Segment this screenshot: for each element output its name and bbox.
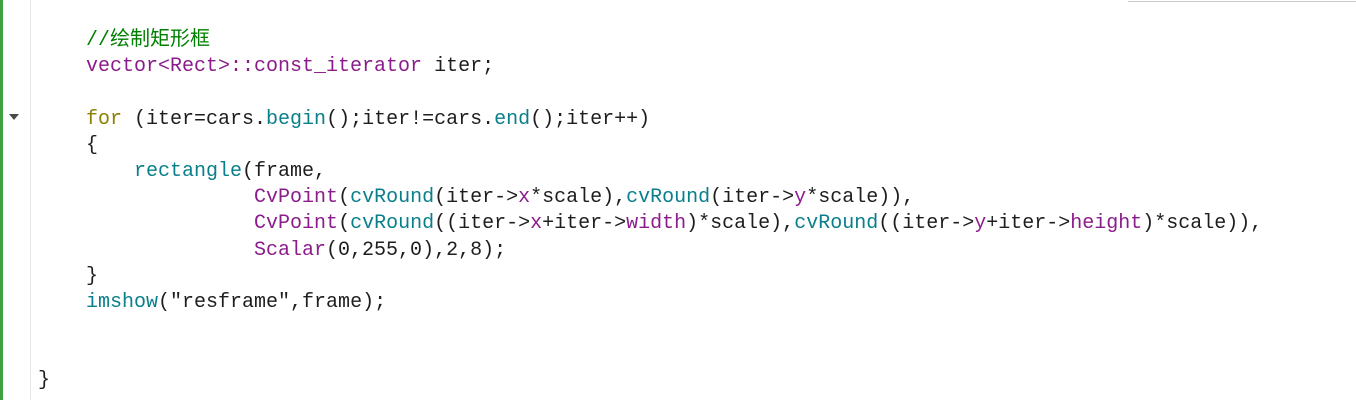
function-token: cvRound <box>626 186 711 210</box>
type-token: vector<Rect>::const_iterator <box>38 55 423 79</box>
code-line[interactable] <box>38 80 1262 106</box>
type-token: CvPoint <box>38 212 339 236</box>
plain-token: *scale)), <box>806 186 915 210</box>
function-token: cvRound <box>794 212 879 236</box>
function-token: cvRound <box>350 212 435 236</box>
function-token: begin <box>266 107 327 131</box>
type-token: Scalar <box>38 238 327 262</box>
plain-token: ( <box>338 212 351 236</box>
fold-toggle-icon[interactable] <box>9 114 19 120</box>
plain-token: (iter-> <box>710 186 795 210</box>
keyword-token: for <box>38 107 123 131</box>
code-line[interactable]: CvPoint(cvRound((iter->x+iter->width)*sc… <box>38 211 1262 237</box>
top-border-line <box>1128 1 1356 2</box>
comment-token: //绘制矩形框 <box>38 29 211 52</box>
plain-token: { <box>38 133 99 157</box>
plain-token: +iter-> <box>542 212 627 236</box>
gutter <box>3 0 31 400</box>
type-token: CvPoint <box>38 186 339 210</box>
plain-token: } <box>38 369 51 393</box>
plain-token: (0,255,0),2,8); <box>326 238 507 262</box>
member-token: height <box>1070 212 1143 236</box>
plain-token: +iter-> <box>986 212 1071 236</box>
code-line[interactable]: imshow("resframe",frame); <box>38 290 1262 316</box>
plain-token: iter; <box>422 55 495 79</box>
plain-token: )*scale), <box>686 212 795 236</box>
plain-token: )*scale)), <box>1142 212 1263 236</box>
member-token: width <box>626 212 687 236</box>
plain-token: ( <box>338 186 351 210</box>
code-line[interactable]: rectangle(frame, <box>38 159 1262 185</box>
code-line[interactable]: CvPoint(cvRound(iter->x*scale),cvRound(i… <box>38 185 1262 211</box>
function-token: cvRound <box>350 186 435 210</box>
code-line[interactable] <box>38 342 1262 368</box>
code-line[interactable]: for (iter=cars.begin();iter!=cars.end();… <box>38 107 1262 133</box>
plain-token: (iter=cars. <box>122 107 267 131</box>
code-line[interactable]: } <box>38 368 1262 394</box>
plain-token: } <box>38 264 99 288</box>
code-area[interactable]: //绘制矩形框 vector<Rect>::const_iterator ite… <box>38 28 1262 395</box>
plain-token: ((iter-> <box>878 212 975 236</box>
member-token: y <box>974 212 987 236</box>
code-line[interactable]: } <box>38 264 1262 290</box>
code-line[interactable]: Scalar(0,255,0),2,8); <box>38 238 1262 264</box>
plain-token: (frame, <box>242 159 327 183</box>
plain-token: ("resframe",frame); <box>158 290 387 314</box>
function-token: rectangle <box>38 159 243 183</box>
member-token: x <box>530 212 543 236</box>
plain-token: *scale), <box>530 186 627 210</box>
code-line[interactable]: { <box>38 133 1262 159</box>
member-token: x <box>518 186 531 210</box>
plain-token: ();iter!=cars. <box>326 107 495 131</box>
code-line[interactable]: //绘制矩形框 <box>38 28 1262 54</box>
plain-token: ((iter-> <box>434 212 531 236</box>
code-line[interactable] <box>38 316 1262 342</box>
code-editor[interactable]: //绘制矩形框 vector<Rect>::const_iterator ite… <box>0 0 1356 400</box>
member-token: y <box>794 186 807 210</box>
function-token: end <box>494 107 531 131</box>
function-token: imshow <box>38 290 159 314</box>
plain-token: (iter-> <box>434 186 519 210</box>
code-line[interactable]: vector<Rect>::const_iterator iter; <box>38 54 1262 80</box>
plain-token: ();iter++) <box>530 107 651 131</box>
